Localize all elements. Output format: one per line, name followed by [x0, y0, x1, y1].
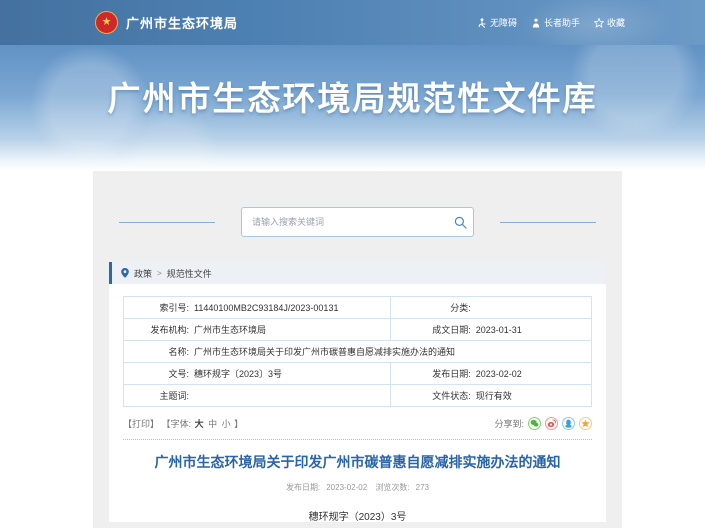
breadcrumb-item-regulatory-files[interactable]: 规范性文件	[167, 267, 212, 280]
elder-helper-label: 长者助手	[544, 16, 580, 29]
table-row: 文号: 穗环规字〔2023〕3号 发布日期: 2023-02-02	[124, 363, 592, 385]
share-bar: 分享到:	[494, 417, 592, 430]
dotted-separator	[123, 439, 592, 440]
header-links: 无障碍 长者助手 收藏	[477, 16, 625, 29]
site-brand[interactable]: ★ 广州市生态环境局	[95, 11, 238, 34]
weibo-share-icon[interactable]	[545, 417, 558, 430]
banner-title: 广州市生态环境局规范性文件库	[0, 45, 705, 120]
star-icon	[594, 18, 604, 28]
font-size-prefix: 【字体:	[162, 419, 192, 429]
location-pin-icon	[121, 268, 129, 278]
search-icon	[454, 216, 467, 229]
print-font-controls: 【打印】 【字体: 大 中 小 】	[123, 417, 243, 430]
search-input[interactable]	[242, 217, 447, 227]
doc-views-label: 浏览次数:	[375, 483, 409, 492]
table-row: 主题词: 文件状态: 现行有效	[124, 385, 592, 407]
favorite-link[interactable]: 收藏	[594, 16, 625, 29]
search-section	[93, 171, 622, 237]
national-emblem-icon: ★	[95, 11, 118, 34]
table-row: 名称: 广州市生态环境局关于印发广州市碳普惠自愿减排实施办法的通知	[124, 341, 592, 363]
doc-symbol-label: 文号:	[124, 367, 194, 380]
share-label: 分享到:	[494, 417, 524, 430]
decorative-line-right	[500, 222, 596, 223]
document-meta-line: 发布日期: 2023-02-02 浏览次数: 273	[109, 482, 606, 493]
page-toolbar: 【打印】 【字体: 大 中 小 】 分享到:	[123, 417, 592, 430]
breadcrumb: 政策 > 规范性文件	[109, 262, 606, 284]
decorative-line-left	[119, 222, 215, 223]
file-status-label: 文件状态:	[391, 389, 476, 402]
site-name: 广州市生态环境局	[126, 13, 238, 32]
search-box	[241, 207, 474, 237]
search-button[interactable]	[447, 208, 473, 236]
category-label: 分类:	[391, 301, 476, 314]
doc-publish-date-label: 发布日期:	[286, 483, 320, 492]
top-header-bar: ★ 广州市生态环境局 无障碍 长者助手 收藏	[0, 0, 705, 45]
breadcrumb-item-policy[interactable]: 政策	[134, 267, 152, 280]
file-status-value: 现行有效	[476, 389, 591, 402]
elder-helper-icon	[531, 18, 541, 28]
doc-publish-date-value: 2023-02-02	[326, 483, 367, 492]
publish-date-value: 2023-02-02	[476, 369, 591, 379]
accessibility-label: 无障碍	[490, 16, 517, 29]
written-date-value: 2023-01-31	[476, 325, 591, 335]
elder-helper-link[interactable]: 长者助手	[531, 16, 580, 29]
qzone-share-icon[interactable]	[579, 417, 592, 430]
publish-date-label: 发布日期:	[391, 367, 476, 380]
metadata-table: 索引号: 11440100MB2C93184J/2023-00131 分类: 发…	[123, 296, 592, 407]
issuing-agency-value: 广州市生态环境局	[194, 323, 390, 336]
index-number-value: 11440100MB2C93184J/2023-00131	[194, 303, 390, 313]
wechat-share-icon[interactable]	[528, 417, 541, 430]
font-size-large-button[interactable]: 大	[195, 419, 204, 429]
accessibility-icon	[477, 18, 487, 28]
font-size-small-button[interactable]: 小	[222, 419, 231, 429]
document-card: 政策 > 规范性文件 索引号: 11440100MB2C93184J/2023-…	[109, 262, 606, 522]
doc-views-value: 273	[416, 483, 429, 492]
name-value: 广州市生态环境局关于印发广州市碳普惠自愿减排实施办法的通知	[194, 345, 591, 358]
document-number: 穗环规字（2023）3号	[109, 508, 606, 523]
issuing-agency-label: 发布机构:	[124, 323, 194, 336]
accessibility-link[interactable]: 无障碍	[477, 16, 517, 29]
document-title: 广州市生态环境局关于印发广州市碳普惠自愿减排实施办法的通知	[137, 453, 578, 471]
content-container: 政策 > 规范性文件 索引号: 11440100MB2C93184J/2023-…	[93, 171, 622, 528]
table-row: 索引号: 11440100MB2C93184J/2023-00131 分类:	[124, 297, 592, 319]
written-date-label: 成文日期:	[391, 323, 476, 336]
index-number-label: 索引号:	[124, 301, 194, 314]
doc-symbol-value: 穗环规字〔2023〕3号	[194, 367, 390, 380]
favorite-label: 收藏	[607, 16, 625, 29]
font-size-suffix: 】	[234, 419, 243, 429]
table-row: 发布机构: 广州市生态环境局 成文日期: 2023-01-31	[124, 319, 592, 341]
page-banner: 广州市生态环境局规范性文件库	[0, 45, 705, 171]
subject-words-label: 主题词:	[124, 389, 194, 402]
qq-share-icon[interactable]	[562, 417, 575, 430]
name-label: 名称:	[124, 345, 194, 358]
breadcrumb-separator: >	[157, 269, 162, 278]
print-button[interactable]: 【打印】	[123, 419, 159, 429]
font-size-medium-button[interactable]: 中	[208, 419, 217, 429]
